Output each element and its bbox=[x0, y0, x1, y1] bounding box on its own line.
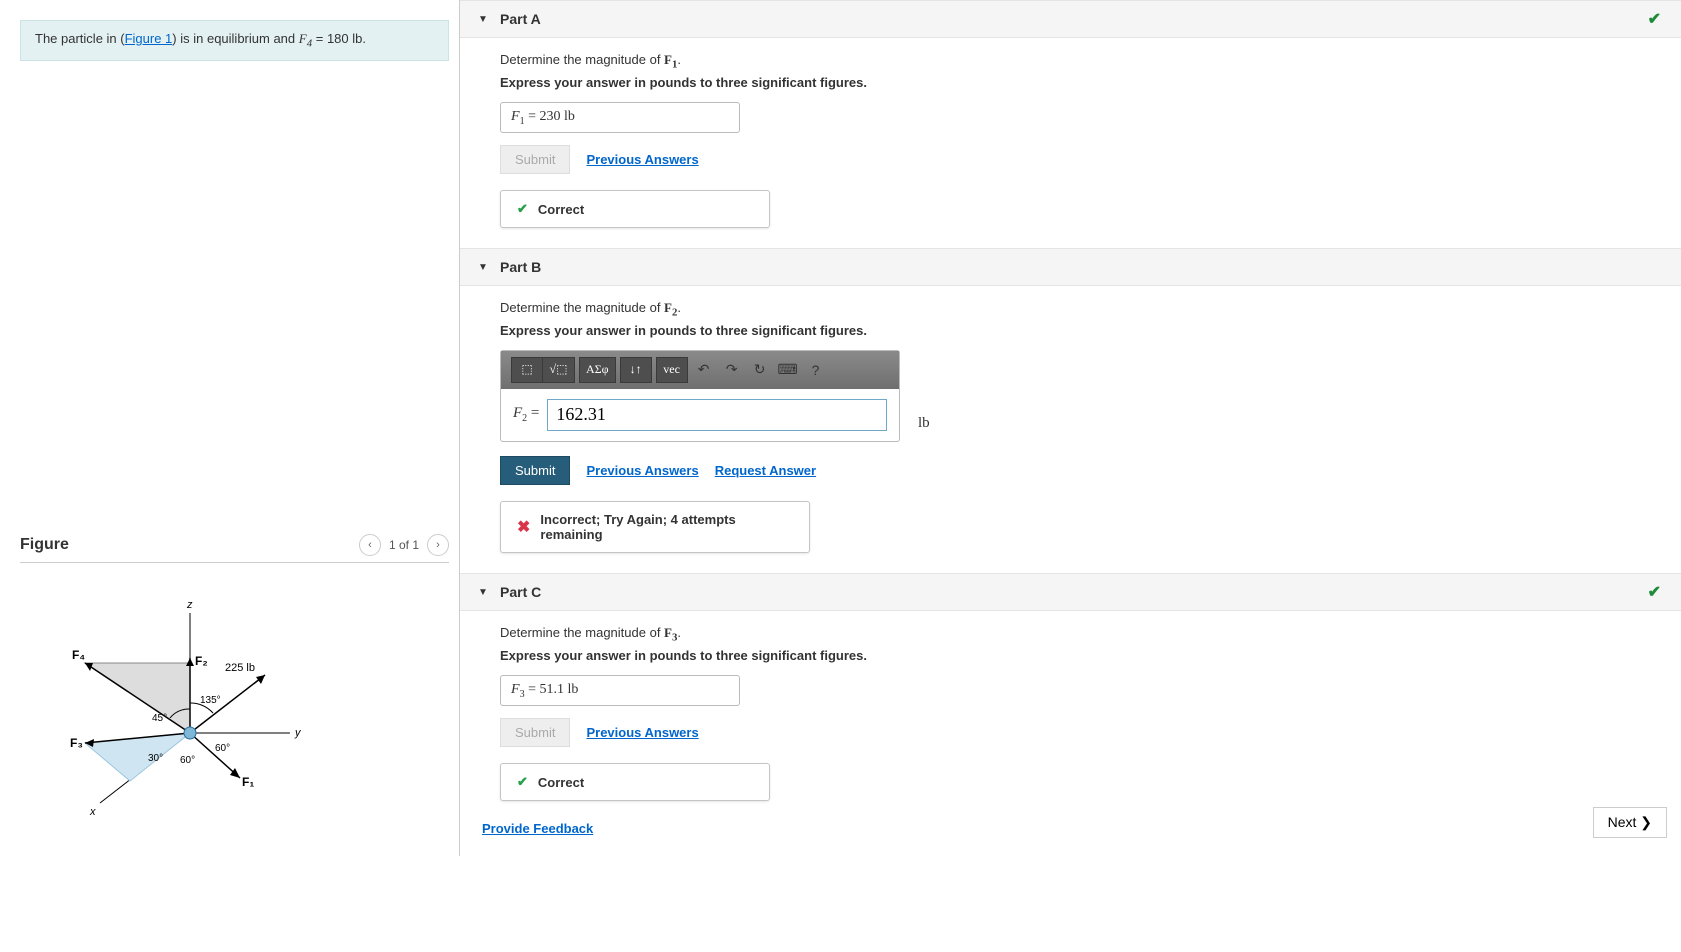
caret-down-icon: ▼ bbox=[478, 14, 488, 25]
part-a-title: Part A bbox=[500, 11, 541, 27]
svg-text:45°: 45° bbox=[152, 713, 167, 724]
provide-feedback-link[interactable]: Provide Feedback bbox=[482, 821, 593, 836]
help-icon[interactable]: ? bbox=[804, 362, 828, 378]
part-a-feedback-text: Correct bbox=[538, 202, 584, 217]
part-c-answer: F3 = 51.1 lb bbox=[500, 675, 740, 707]
prompt-pre: The particle in ( bbox=[35, 31, 125, 46]
problem-statement: The particle in (Figure 1) is in equilib… bbox=[20, 20, 449, 61]
part-b-previous-answers-link[interactable]: Previous Answers bbox=[586, 463, 698, 478]
part-c-submit-button: Submit bbox=[500, 718, 570, 747]
f4-value: = 180 lb. bbox=[312, 31, 366, 46]
figure-image: z y x F₄ F₂ 225 lb F₃ bbox=[20, 563, 449, 846]
part-a-feedback: ✔ Correct bbox=[500, 190, 770, 228]
part-b-instruction: Determine the magnitude of F2. bbox=[500, 300, 1681, 319]
svg-text:F₃: F₃ bbox=[70, 736, 83, 750]
part-a-instruction: Determine the magnitude of F1. bbox=[500, 52, 1681, 71]
svg-text:F₁: F₁ bbox=[242, 775, 254, 789]
part-b-feedback-text: Incorrect; Try Again; 4 attempts remaini… bbox=[540, 512, 793, 542]
part-c-format: Express your answer in pounds to three s… bbox=[500, 648, 1681, 663]
part-c-title: Part C bbox=[500, 584, 541, 600]
svg-text:60°: 60° bbox=[215, 743, 230, 754]
prompt-mid: ) is in equilibrium and bbox=[172, 31, 298, 46]
part-a-previous-answers-link[interactable]: Previous Answers bbox=[586, 152, 698, 167]
caret-down-icon: ▼ bbox=[478, 587, 488, 598]
x-icon: ✖ bbox=[517, 517, 530, 537]
svg-text:60°: 60° bbox=[180, 755, 195, 766]
part-b-title: Part B bbox=[500, 259, 541, 275]
check-icon: ✔ bbox=[517, 201, 528, 217]
check-icon: ✔ bbox=[517, 774, 528, 790]
check-icon: ✔ bbox=[1648, 582, 1661, 602]
part-c-instruction: Determine the magnitude of F3. bbox=[500, 625, 1681, 644]
part-a-header[interactable]: ▼ Part A ✔ bbox=[460, 0, 1681, 38]
part-b-header[interactable]: ▼ Part B bbox=[460, 248, 1681, 286]
part-c: ▼ Part C ✔ Determine the magnitude of F3… bbox=[460, 573, 1681, 815]
svg-text:x: x bbox=[89, 806, 96, 818]
part-a-answer: F1 = 230 lb bbox=[500, 102, 740, 134]
figure-prev-button[interactable]: ‹ bbox=[359, 534, 381, 556]
svg-text:F₄: F₄ bbox=[72, 648, 85, 662]
figure-header: Figure ‹ 1 of 1 › bbox=[20, 534, 449, 563]
part-b-answer-input[interactable] bbox=[547, 399, 887, 431]
part-c-header[interactable]: ▼ Part C ✔ bbox=[460, 573, 1681, 611]
subscript-button[interactable]: ↓↑ bbox=[620, 357, 652, 383]
part-b-submit-button[interactable]: Submit bbox=[500, 456, 570, 485]
keyboard-icon[interactable]: ⌨ bbox=[776, 361, 800, 378]
next-button[interactable]: Next ❯ bbox=[1593, 807, 1667, 838]
caret-down-icon: ▼ bbox=[478, 262, 488, 273]
part-b-var-label: F2 = bbox=[513, 405, 539, 424]
svg-text:30°: 30° bbox=[148, 753, 163, 764]
svg-text:F₂: F₂ bbox=[195, 654, 208, 668]
svg-text:y: y bbox=[294, 727, 302, 739]
redo-icon[interactable]: ↷ bbox=[720, 361, 744, 378]
figure-link[interactable]: Figure 1 bbox=[125, 31, 173, 46]
part-b-unit: lb bbox=[918, 415, 930, 432]
part-a-submit-button: Submit bbox=[500, 145, 570, 174]
part-a: ▼ Part A ✔ Determine the magnitude of F1… bbox=[460, 0, 1681, 242]
vector-button[interactable]: vec bbox=[656, 357, 688, 383]
svg-text:135°: 135° bbox=[200, 695, 221, 706]
template-button[interactable]: ⬚ bbox=[511, 357, 543, 383]
reset-icon[interactable]: ↻ bbox=[748, 361, 772, 378]
part-a-format: Express your answer in pounds to three s… bbox=[500, 75, 1681, 90]
figure-title: Figure bbox=[20, 536, 69, 554]
figure-next-button[interactable]: › bbox=[427, 534, 449, 556]
svg-text:225 lb: 225 lb bbox=[225, 662, 255, 674]
undo-icon[interactable]: ↶ bbox=[692, 361, 716, 378]
part-c-feedback: ✔ Correct bbox=[500, 763, 770, 801]
part-b: ▼ Part B Determine the magnitude of F2. … bbox=[460, 248, 1681, 567]
figure-pager: 1 of 1 bbox=[389, 538, 419, 552]
sqrt-button[interactable]: √⬚ bbox=[543, 357, 575, 383]
equation-toolbar: ⬚ √⬚ ΑΣφ ↓↑ vec ↶ bbox=[501, 351, 899, 389]
part-b-feedback: ✖ Incorrect; Try Again; 4 attempts remai… bbox=[500, 501, 810, 553]
part-b-format: Express your answer in pounds to three s… bbox=[500, 323, 1681, 338]
greek-button[interactable]: ΑΣφ bbox=[579, 357, 616, 383]
part-b-request-answer-link[interactable]: Request Answer bbox=[715, 463, 816, 478]
f4-var: F4 bbox=[299, 31, 312, 46]
svg-text:z: z bbox=[186, 599, 193, 611]
check-icon: ✔ bbox=[1648, 9, 1661, 29]
equation-editor: ⬚ √⬚ ΑΣφ ↓↑ vec ↶ bbox=[500, 350, 900, 442]
part-c-previous-answers-link[interactable]: Previous Answers bbox=[586, 725, 698, 740]
part-c-feedback-text: Correct bbox=[538, 775, 584, 790]
